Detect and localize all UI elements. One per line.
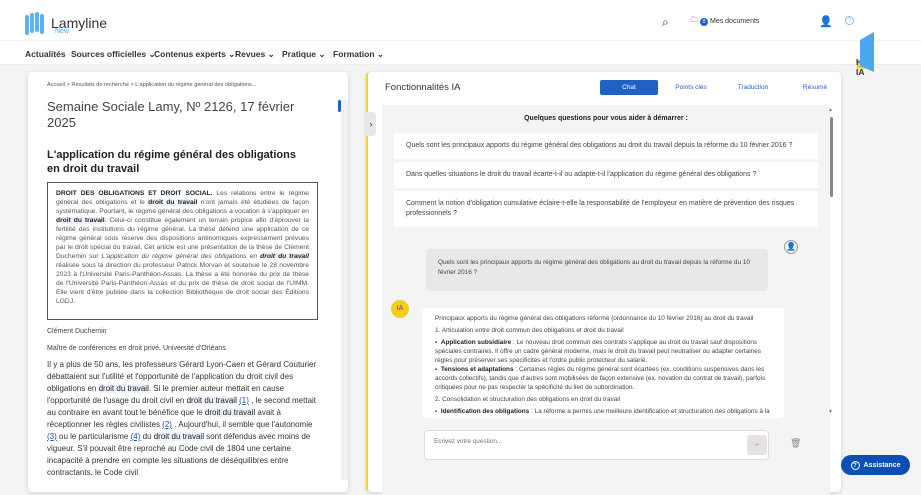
body-text: . Aujourd'hui, il semble que l'autonomie <box>174 420 313 429</box>
scroll-down-icon[interactable]: ▼ <box>828 409 833 415</box>
footnote-link[interactable]: (2) <box>162 420 172 429</box>
bullet-title: Tensions et adaptations <box>440 366 514 373</box>
answer-intro: Principaux apports du régime général des… <box>435 315 754 322</box>
user-avatar-icon: 👤 <box>784 240 798 254</box>
suggestion-item[interactable]: Quels sont les principaux apports du rég… <box>394 133 818 159</box>
lamyline-logo[interactable]: Lamyline New <box>25 12 107 35</box>
nav-contenus-experts[interactable]: Contenus experts ⌄ <box>154 49 235 60</box>
ai-avatar: IA <box>391 300 409 318</box>
nav-label: Sources officielles <box>71 49 147 59</box>
ai-panel: Fonctionnalités IA Chat Points clés Trad… <box>366 72 844 495</box>
chat-scrollbar-thumb[interactable] <box>830 117 833 197</box>
nav-formation[interactable]: Formation ⌄ <box>333 49 384 60</box>
answer-bullet: ▪ Application subsidiaire : Le nouveau d… <box>435 339 761 364</box>
article-subtitle: L'application du régime général des obli… <box>47 149 296 175</box>
scroll-up-icon[interactable]: ▲ <box>828 107 833 113</box>
suggestions-intro: Quelques questions pour vous aider à dém… <box>524 115 688 122</box>
question-input[interactable] <box>434 438 724 445</box>
chat-area: Quelques questions pour vous aider à dém… <box>382 105 833 495</box>
body-text: ou le particularisme <box>56 432 131 441</box>
body-text: du <box>140 432 154 441</box>
nav-label: Revues <box>235 49 266 59</box>
highlight: droit du travail <box>204 408 256 417</box>
assistance-label: Assistance <box>863 461 901 469</box>
documents-label: Mes documents <box>710 18 760 25</box>
abstract-text: réalisée sous la direction du professeur… <box>56 262 309 305</box>
highlight: droit du travail <box>56 217 105 224</box>
suggestion-item[interactable]: Comment la notion d'obligation cumulativ… <box>394 191 818 227</box>
footnote-link[interactable]: (1) <box>239 396 249 405</box>
folder-icon: 🗀 <box>691 17 698 24</box>
nav-sources-officielles[interactable]: Sources officielles ⌄ <box>71 49 156 60</box>
question-input-box[interactable]: ➢ <box>424 430 769 460</box>
nav-actualites[interactable]: Actualités <box>25 49 66 59</box>
article-panel: Accueil > Résultats de recherche > L'app… <box>28 72 348 492</box>
help-icon[interactable]: ? <box>845 16 854 25</box>
user-message: Quels sont les principaux apports du rég… <box>426 249 768 291</box>
main-nav: Actualités Sources officielles ⌄ Contenu… <box>0 40 921 77</box>
highlight: droit du travail <box>153 432 204 441</box>
logo-icon <box>25 12 45 35</box>
author-role: Maître de conférences en droit privé, Un… <box>47 345 226 352</box>
collapse-panel-chevron-icon[interactable]: › <box>366 112 376 136</box>
documents-count-badge: 0 <box>700 17 708 26</box>
bullet-text: : La réforme a permis une meilleure iden… <box>529 408 770 415</box>
trash-icon[interactable]: 🗑 <box>790 438 801 449</box>
ai-answer: Principaux apports du régime général des… <box>422 308 784 418</box>
top-header: Lamyline New ⌕ 🗀 0 Mes documents 👤 ? <box>0 0 921 40</box>
nav-label: Contenus experts <box>154 49 226 59</box>
answer-bullet: ▪ Identification des obligations : La ré… <box>435 408 770 415</box>
tab-resume[interactable]: Résumé <box>786 80 844 95</box>
suggestion-item[interactable]: Dans quelles situations le droit du trav… <box>394 162 818 188</box>
assistance-button[interactable]: ? Assistance <box>841 455 910 475</box>
tab-traduction[interactable]: Traduction <box>724 80 782 95</box>
abstract-lead: DROIT DES OBLIGATIONS ET DROIT SOCIAL. <box>56 190 213 197</box>
article-scrollbar-thumb[interactable] <box>338 100 341 112</box>
logo-badge: New <box>55 28 70 35</box>
highlight: droit du travail <box>186 396 237 405</box>
send-icon[interactable]: ➢ <box>747 435 767 455</box>
ai-panel-title: Fonctionnalités IA <box>385 82 461 93</box>
bullet-title: Identification des obligations <box>440 408 530 415</box>
bullet-title: Application subsidiaire <box>440 339 512 346</box>
article-abstract: DROIT DES OBLIGATIONS ET DROIT SOCIAL. L… <box>47 182 318 320</box>
answer-heading: 2. Consolidation et structuration des ob… <box>435 396 621 403</box>
article-scrollbar-track[interactable] <box>341 100 348 480</box>
tab-points-cles[interactable]: Points clés <box>662 80 720 95</box>
author-name: Clément Duchemin <box>47 328 107 335</box>
article-body: Il y a plus de 50 ans, les professeurs G… <box>47 359 322 479</box>
footnote-link[interactable]: (4) <box>131 432 141 441</box>
highlight: droit du travail <box>98 384 149 393</box>
answer-bullet: ▪ Tensions et adaptations : Certaines rè… <box>435 366 766 391</box>
search-icon[interactable]: ⌕ <box>662 15 669 30</box>
tab-chat[interactable]: Chat <box>600 80 658 95</box>
footnote-link[interactable]: (3) <box>47 432 57 441</box>
abstract-italic: L'application du régime général des obli… <box>101 253 261 260</box>
highlight: droit du travail <box>148 199 198 206</box>
breadcrumb[interactable]: Accueil > Résultats de recherche > L'app… <box>47 82 256 88</box>
user-icon[interactable]: 👤 <box>819 15 833 28</box>
help-icon: ? <box>850 460 860 470</box>
answer-heading: 1. Articulation entre droit commun des o… <box>435 327 624 334</box>
nav-label: Pratique <box>282 49 317 59</box>
page-title: Semaine Sociale Lamy, Nº 2126, 17 févrie… <box>47 99 295 130</box>
nav-label: Formation <box>333 49 375 59</box>
nav-revues[interactable]: Revues ⌄ <box>235 49 275 60</box>
nav-pratique[interactable]: Pratique ⌄ <box>282 49 326 60</box>
highlight: droit du travail <box>260 253 309 260</box>
my-documents-button[interactable]: 🗀 0 Mes documents <box>691 16 759 27</box>
